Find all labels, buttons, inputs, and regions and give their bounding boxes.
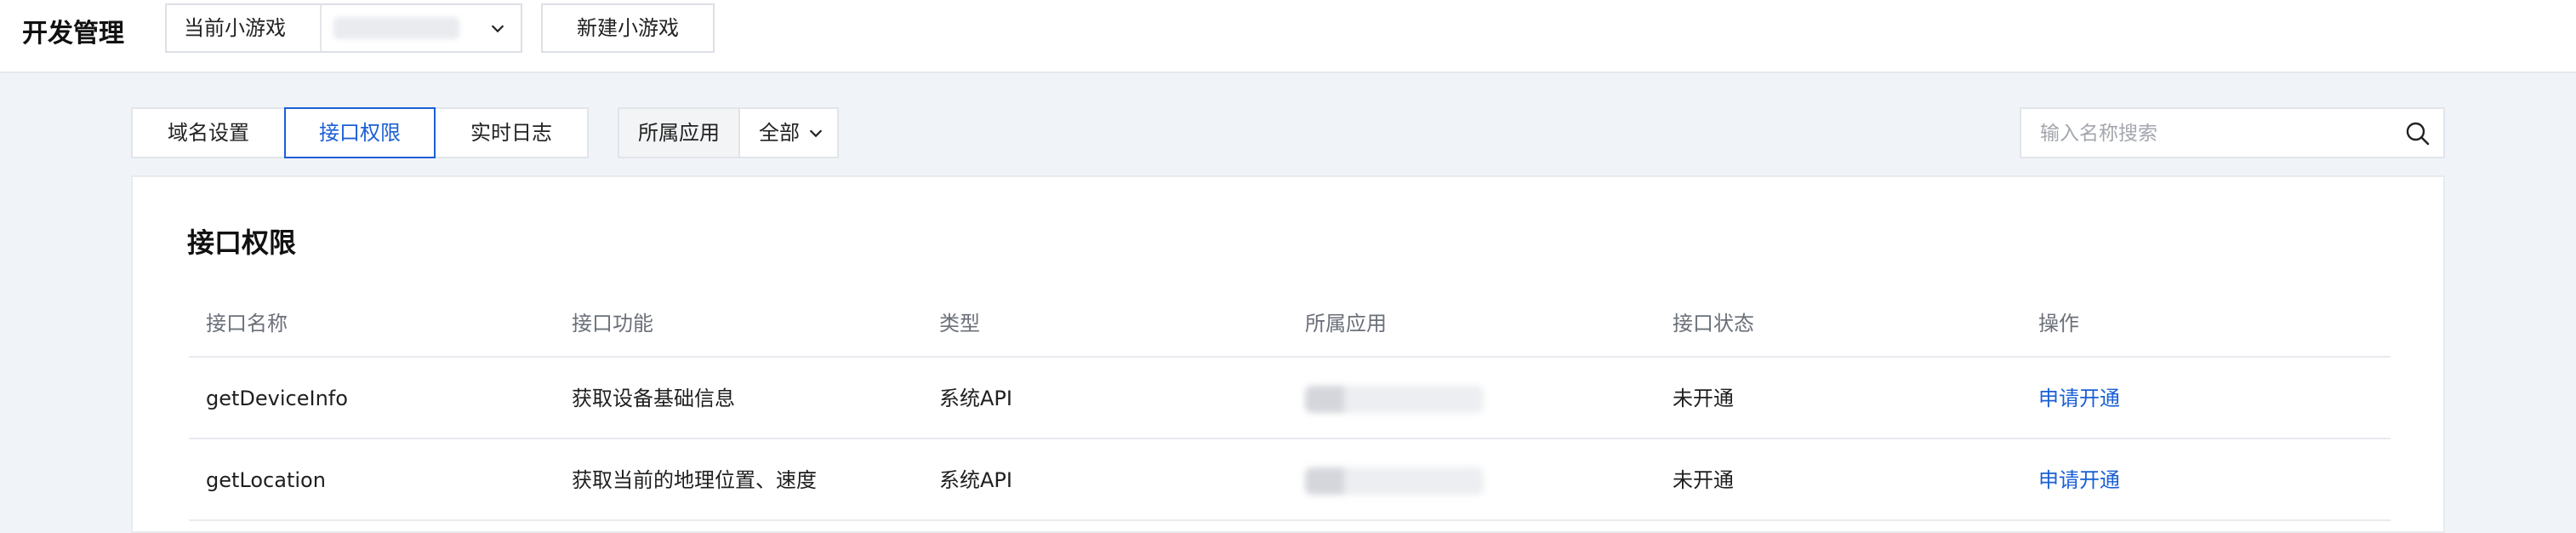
table-row: getLocation 获取当前的地理位置、速度 系统API 未开通 申请开通: [189, 439, 2391, 521]
search-input[interactable]: [2038, 117, 2382, 150]
apply-open-link[interactable]: 申请开通: [2038, 439, 2120, 521]
table-header-row: 接口名称 接口功能 类型 所属应用 接口状态 操作: [189, 289, 2391, 358]
tab-bar: 域名设置 接口权限 实时日志: [131, 107, 589, 158]
column-header: 类型: [939, 312, 980, 335]
chevron-down-icon[interactable]: [488, 19, 507, 37]
column-header: 操作: [2038, 312, 2079, 335]
redacted-app-name: [1305, 386, 1484, 413]
api-table: 接口名称 接口功能 类型 所属应用 接口状态 操作 getDeviceInfo …: [189, 289, 2391, 521]
api-type: 系统API: [939, 387, 1012, 410]
apply-open-link[interactable]: 申请开通: [2038, 358, 2120, 439]
redacted-app-name: [1305, 467, 1484, 495]
new-game-button[interactable]: 新建小游戏: [541, 3, 715, 53]
table-row: getDeviceInfo 获取设备基础信息 系统API 未开通 申请开通: [189, 358, 2391, 439]
api-name: getDeviceInfo: [206, 387, 348, 410]
api-app: [1305, 439, 1484, 521]
current-game-label: 当前小游戏: [184, 16, 286, 40]
app-filter-select[interactable]: 全部: [740, 109, 837, 157]
tab-domain-settings[interactable]: 域名设置: [133, 109, 284, 157]
api-type: 系统API: [939, 468, 1012, 492]
column-header: 所属应用: [1305, 312, 1387, 335]
column-header: 接口状态: [1673, 312, 1754, 335]
app-filter-label: 所属应用: [619, 109, 740, 157]
tab-api-permissions[interactable]: 接口权限: [284, 107, 436, 158]
tab-realtime-logs[interactable]: 实时日志: [436, 109, 587, 157]
top-bar: 开发管理 当前小游戏 新建小游戏: [0, 0, 2576, 73]
api-status: 未开通: [1673, 387, 1734, 410]
search-icon[interactable]: [2404, 120, 2431, 147]
api-function: 获取设备基础信息: [572, 387, 735, 410]
page-title: 开发管理: [22, 19, 124, 49]
column-header: 接口功能: [572, 312, 653, 335]
panel-title: 接口权限: [187, 226, 297, 259]
api-app: [1305, 358, 1484, 439]
app-filter-value: 全部: [759, 121, 800, 145]
app-filter: 所属应用 全部: [618, 107, 839, 158]
column-header: 接口名称: [206, 312, 288, 335]
api-status: 未开通: [1673, 468, 1734, 492]
api-permissions-panel: 接口权限 接口名称 接口功能 类型 所属应用 接口状态 操作 getDevice…: [131, 175, 2445, 533]
current-game-value: [333, 17, 459, 39]
api-name: getLocation: [206, 468, 326, 492]
api-function: 获取当前的地理位置、速度: [572, 468, 817, 492]
search-box: [2020, 107, 2445, 158]
current-game-select[interactable]: 当前小游戏: [165, 3, 522, 53]
select-divider: [320, 5, 322, 51]
chevron-down-icon: [809, 129, 823, 138]
